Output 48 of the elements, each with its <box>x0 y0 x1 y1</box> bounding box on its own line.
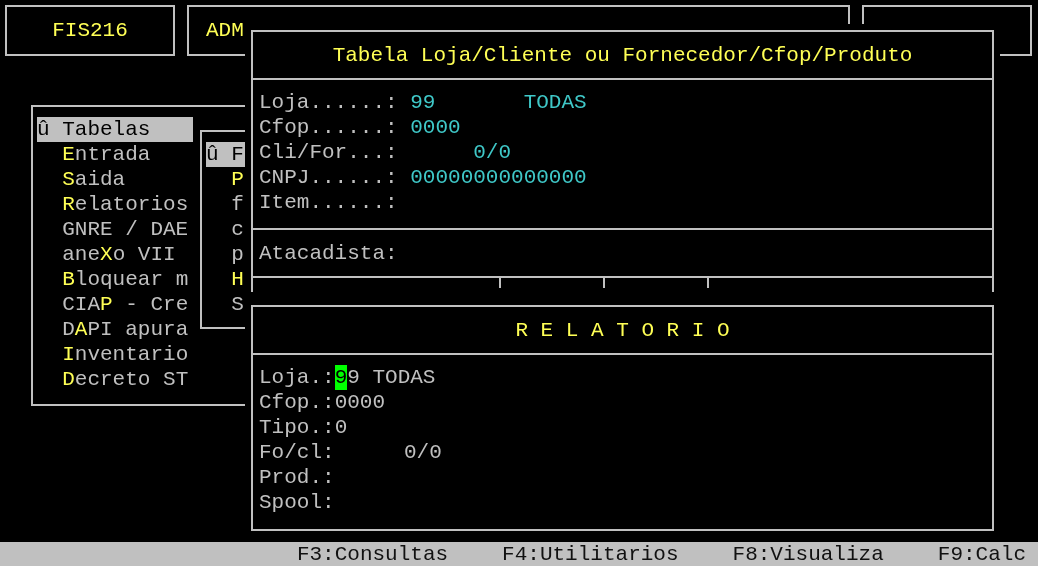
field-value[interactable]: 0/0 <box>410 140 512 165</box>
field-label: Loja.: <box>259 365 335 390</box>
program-code: FIS216 <box>52 18 128 43</box>
field-value[interactable]: 0/0 <box>334 440 442 465</box>
menu-item[interactable]: û Tabelas <box>37 117 194 142</box>
field-label: Atacadista: <box>259 240 398 266</box>
field-label: CNPJ......: <box>259 165 398 190</box>
menu-item[interactable]: S <box>206 292 244 317</box>
field-note: TODAS <box>523 90 587 115</box>
field-value[interactable]: 0000 <box>410 115 461 140</box>
field-label: Prod.: <box>259 465 335 490</box>
field-label: Loja......: <box>259 90 398 115</box>
user-name: ADM <box>206 18 244 43</box>
window-title: Tabela Loja/Cliente ou Fornecedor/Cfop/Produto <box>332 42 913 68</box>
field-value[interactable]: 9 TODAS <box>347 365 436 390</box>
menu-item[interactable]: Saida <box>37 167 126 192</box>
menu-item[interactable]: Inventario <box>37 342 189 367</box>
menu-item[interactable]: Bloquear m <box>37 267 189 292</box>
menu-item[interactable]: Relatorios <box>37 192 189 217</box>
field-label: Fo/cl: <box>259 440 335 465</box>
menu-item[interactable]: Entrada <box>37 142 151 167</box>
menu-item[interactable]: Decreto ST <box>37 367 189 392</box>
field-label: Item......: <box>259 190 398 215</box>
menu-item[interactable]: H <box>206 267 244 292</box>
function-key[interactable]: F4:Utilitarios <box>502 542 679 566</box>
text-cursor[interactable]: 9 <box>334 365 348 390</box>
function-key[interactable]: F9:Calc <box>937 542 1026 566</box>
window-title: R E L A T O R I O <box>515 317 730 343</box>
menu-item[interactable]: c <box>206 217 244 242</box>
field-value[interactable]: 0000 <box>334 390 386 415</box>
menu-item[interactable]: GNRE / DAE <box>37 217 189 242</box>
menu-item[interactable]: aneXo VII <box>37 242 176 267</box>
menu-item[interactable]: P <box>206 167 244 192</box>
menu-item[interactable]: p <box>206 242 244 267</box>
field-value[interactable]: 00000000000000 <box>410 165 587 190</box>
field-value[interactable]: 99 <box>410 90 436 115</box>
function-key[interactable]: F3:Consultas <box>296 542 449 566</box>
menu-item[interactable]: f <box>206 192 244 217</box>
field-label: Spool: <box>259 490 335 515</box>
field-value[interactable]: 0 <box>334 415 348 440</box>
field-label: Tipo.: <box>259 415 335 440</box>
field-label: Cli/For...: <box>259 140 398 165</box>
menu-item[interactable]: DAPI apura <box>37 317 189 342</box>
function-key[interactable]: F8:Visualiza <box>732 542 884 566</box>
menu-item[interactable]: û F <box>206 142 246 167</box>
menu-item[interactable]: CIAP - Cre <box>37 292 189 317</box>
field-label: Cfop......: <box>259 115 398 140</box>
field-label: Cfop.: <box>259 390 335 415</box>
